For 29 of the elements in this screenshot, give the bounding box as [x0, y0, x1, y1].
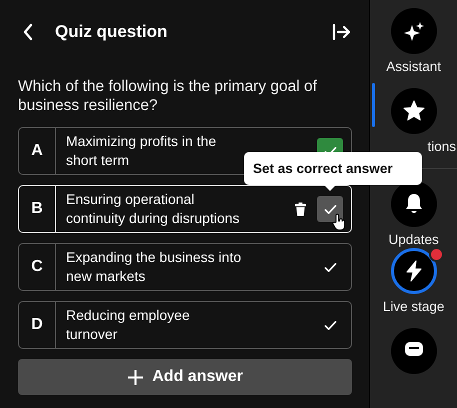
option-letter: D	[19, 302, 56, 348]
answer-text: Expanding the business into new markets	[65, 248, 242, 286]
answer-text: Maximizing profits in the short term	[65, 132, 218, 170]
check-icon	[324, 320, 337, 330]
pointer-cursor-icon	[332, 213, 346, 231]
rail-label[interactable]: tions	[427, 138, 456, 154]
add-answer-button[interactable]: Add answer	[18, 359, 352, 395]
page-title: Quiz question	[55, 22, 168, 42]
back-icon[interactable]	[22, 23, 34, 41]
rail-label[interactable]: Updates	[388, 232, 439, 247]
plus-icon	[127, 368, 144, 386]
question-text: Which of the following is the primary goal of business resilience?	[18, 77, 318, 115]
star-icon	[402, 98, 426, 123]
check-icon	[324, 204, 337, 214]
rail-label[interactable]: Live stage	[382, 299, 444, 314]
rail-button[interactable]	[390, 8, 437, 54]
option-letter: B	[19, 186, 56, 232]
answer-text: Ensuring operational continuity during disruptions	[65, 190, 241, 228]
tooltip: Set as correct answer	[244, 152, 422, 191]
rail-label[interactable]: Assistant	[386, 59, 441, 74]
answer-option[interactable]: C Expanding the business into new markets	[18, 243, 352, 291]
collapse-panel-icon[interactable]	[332, 23, 352, 41]
correct-answer-toggle[interactable]	[317, 196, 344, 222]
check-icon	[324, 262, 337, 272]
answer-text: Reducing employee turnover	[65, 306, 191, 344]
option-letter: C	[19, 244, 56, 290]
trash-icon[interactable]	[294, 202, 308, 216]
answer-option[interactable]: D Reducing employee turnover	[18, 301, 352, 349]
option-letter: A	[19, 128, 56, 174]
